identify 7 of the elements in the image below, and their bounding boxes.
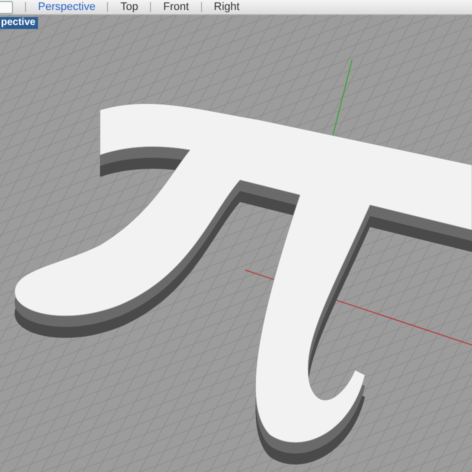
viewport-tab[interactable]: Front	[163, 1, 189, 13]
viewport-tab[interactable]: Top	[120, 1, 138, 13]
viewport-tab[interactable]: Perspective	[38, 1, 96, 13]
viewport-label[interactable]: pective	[0, 17, 38, 29]
perspective-viewport[interactable]: pective	[0, 15, 472, 472]
viewport-layout-icon[interactable]	[0, 0, 13, 14]
viewport-tab[interactable]: Right	[214, 1, 240, 13]
